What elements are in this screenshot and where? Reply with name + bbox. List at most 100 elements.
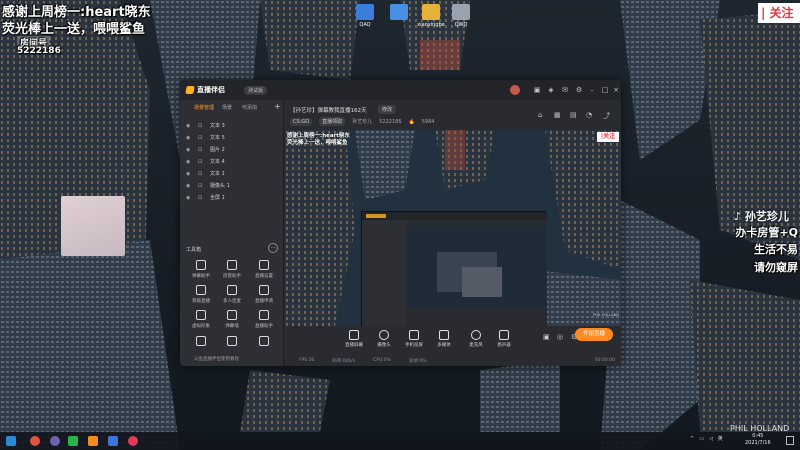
- status-bar: FPS:30 码率:0kb/s CPU:0% 丢帧:0% 00:00:00: [285, 355, 621, 366]
- start-live-button[interactable]: 开始直播: [575, 328, 613, 341]
- notification-icon[interactable]: [786, 436, 794, 445]
- lock-icon[interactable]: ⊡: [198, 123, 205, 129]
- lock-icon[interactable]: ⊡: [198, 159, 205, 165]
- room-id: 5222186: [379, 118, 402, 125]
- lock-icon[interactable]: ⊡: [198, 195, 205, 201]
- lock-icon[interactable]: ⊡: [198, 171, 205, 177]
- tool-danmu-wall[interactable]: 弹幕墙: [217, 310, 247, 329]
- rocket-icon: [196, 336, 206, 346]
- settings-icon[interactable]: ⚙: [574, 85, 584, 95]
- eye-icon[interactable]: ◉: [186, 135, 193, 141]
- follow-button[interactable]: | 关注: [758, 3, 800, 23]
- star-icon: [227, 336, 237, 346]
- wechat-icon[interactable]: [68, 436, 78, 446]
- record-app-icon[interactable]: [128, 436, 138, 446]
- eye-icon[interactable]: ◉: [186, 123, 193, 129]
- lock-icon[interactable]: ⊡: [198, 147, 205, 153]
- chevron-up-icon[interactable]: ^: [690, 436, 694, 442]
- tutorial-link[interactable]: 斗鱼直播伴侣使用教程: [194, 356, 239, 362]
- maximize-icon[interactable]: □: [600, 85, 610, 95]
- tool-danmu-helper[interactable]: 弹幕助手: [186, 260, 216, 279]
- source-row[interactable]: ◉ ⊡ 文本 4: [186, 156, 281, 167]
- tool-label: 弹幕墙: [225, 324, 239, 329]
- person-icon[interactable]: ◔: [586, 111, 592, 119]
- source-row[interactable]: ◉ ⊡ 全屏 1: [186, 192, 281, 203]
- tool-label: 房管助手: [223, 274, 241, 279]
- tool-level-live[interactable]: 等级直播: [186, 285, 216, 304]
- calendar-icon[interactable]: ▦: [554, 111, 561, 119]
- desktop-icon-blank[interactable]: [384, 4, 414, 22]
- eye-icon[interactable]: ◉: [186, 147, 193, 153]
- user-avatar[interactable]: [510, 85, 520, 95]
- desktop-icon-xiaoying[interactable]: xiaoyingbe: [416, 4, 446, 28]
- edit-title-button[interactable]: 修改: [378, 105, 397, 114]
- source-label: 文本 4: [210, 159, 225, 165]
- microphone-icon: [471, 330, 481, 340]
- source-row[interactable]: ◉ ⊡ 文本 1: [186, 168, 281, 179]
- tab-scene-manage[interactable]: 场景管理: [194, 104, 214, 111]
- folder-icon: [356, 4, 374, 20]
- system-clock[interactable]: 0:45 2021/7/16: [745, 433, 771, 447]
- tool-multi-mic[interactable]: 多人连麦: [217, 285, 247, 304]
- tool-avatar[interactable]: 虚拟形象: [186, 310, 216, 329]
- input-method[interactable]: 英: [718, 435, 723, 442]
- network-icon[interactable]: ▭: [699, 436, 704, 442]
- add-phone-cast[interactable]: 手机投屏: [401, 330, 427, 348]
- lock-icon[interactable]: ⊡: [198, 135, 205, 141]
- media-icon[interactable]: [108, 436, 118, 446]
- desktop-icon-qaq[interactable]: QAQ: [350, 4, 380, 28]
- source-row[interactable]: ◉ ⊡ 文本 5: [186, 132, 281, 143]
- microphone-control[interactable]: 麦克风: [463, 330, 489, 348]
- desktop-icon-qwq[interactable]: QWQ: [446, 4, 476, 28]
- form-icon: [259, 285, 269, 295]
- eye-icon[interactable]: ◉: [186, 195, 193, 201]
- toolbox-more-button[interactable]: ···: [268, 243, 278, 253]
- gift-icon[interactable]: ◈: [546, 85, 556, 95]
- eye-icon[interactable]: ◉: [186, 171, 193, 177]
- logo-icon: [185, 86, 195, 94]
- wall-icon: [227, 310, 237, 320]
- preview-eye-icon[interactable]: ◎: [557, 333, 563, 341]
- volume-icon[interactable]: ◁: [709, 436, 713, 442]
- tool-live-apply[interactable]: 直播申请: [249, 285, 279, 304]
- note-line-3: 请勿窥屏: [754, 261, 798, 274]
- tool-extra-1[interactable]: [186, 336, 216, 349]
- lock-icon[interactable]: ⊡: [198, 183, 205, 189]
- add-scene-button[interactable]: +: [274, 102, 281, 111]
- message-icon[interactable]: ▣: [532, 85, 542, 95]
- source-row[interactable]: ◉ ⊡ 摄像头 1: [186, 180, 281, 191]
- version-badge: 测试版: [244, 86, 268, 95]
- tool-live-assistant[interactable]: 直播助手: [249, 310, 279, 329]
- tool-live-settings[interactable]: 直播设置: [249, 260, 279, 279]
- share-icon[interactable]: ⤴: [603, 111, 610, 121]
- grid-icon[interactable]: ▤: [570, 111, 577, 119]
- windows-icon[interactable]: [6, 436, 16, 446]
- game-chip[interactable]: CS:GO: [290, 117, 313, 126]
- tool-extra-3[interactable]: [249, 336, 279, 349]
- close-icon[interactable]: ×: [611, 85, 621, 95]
- add-camera[interactable]: 摄像头: [371, 330, 397, 348]
- home-icon[interactable]: ⌂: [538, 111, 542, 119]
- preview-thanks-line2: 荧光棒上一送，喂喂鲨鱼: [287, 140, 348, 146]
- bitrate-readout: 码率:0kb/s: [332, 358, 356, 364]
- add-media[interactable]: 多媒体: [431, 330, 457, 348]
- source-row[interactable]: ◉ ⊡ 文本 3: [186, 120, 281, 131]
- eye-icon[interactable]: ◉: [186, 159, 193, 165]
- source-label: 全屏 1: [210, 195, 225, 201]
- tool-extra-2[interactable]: [217, 336, 247, 349]
- source-row[interactable]: ◉ ⊡ 图片 2: [186, 144, 281, 155]
- speaker-control[interactable]: 扬声器: [491, 330, 517, 348]
- tab-addable[interactable]: 可添加: [242, 104, 257, 111]
- douyu-icon[interactable]: [88, 436, 98, 446]
- tab-scene[interactable]: 场景: [222, 104, 232, 111]
- category-chip[interactable]: 直播领取: [319, 117, 346, 126]
- minimize-icon[interactable]: –: [587, 85, 597, 95]
- record-icon[interactable]: ▣: [543, 333, 550, 341]
- preview-photo-credit: PHIL HOLLAND: [593, 313, 619, 317]
- browser-icon[interactable]: [30, 436, 40, 446]
- mail-icon[interactable]: ✉: [560, 85, 570, 95]
- tool-room-admin[interactable]: 房管助手: [217, 260, 247, 279]
- obs-icon[interactable]: [50, 436, 60, 446]
- add-screen-capture[interactable]: 直播屏幕: [341, 330, 367, 348]
- eye-icon[interactable]: ◉: [186, 183, 193, 189]
